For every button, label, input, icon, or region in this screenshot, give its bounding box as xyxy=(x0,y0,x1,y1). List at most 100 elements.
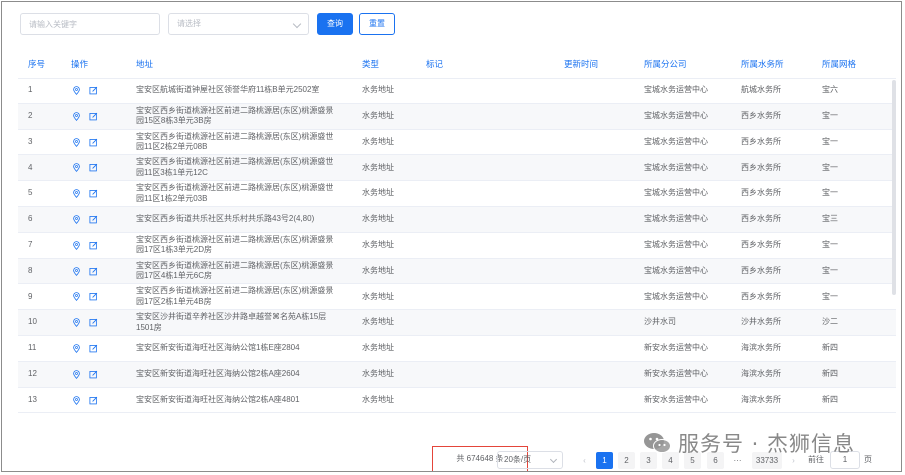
address-line-2: 园11区2栋2单元08B xyxy=(136,142,208,152)
col-header-address: 地址 xyxy=(136,59,154,69)
page-size-select[interactable]: 20条/页 xyxy=(497,451,563,469)
edit-icon[interactable] xyxy=(89,86,98,95)
address-line-1: 宝安区西乡街道桃源社区前进二路桃源居(东区)桃源盛景 xyxy=(136,260,334,270)
edit-icon[interactable] xyxy=(89,370,98,379)
page-size-value: 20条/页 xyxy=(504,455,532,464)
cell-no: 6 xyxy=(28,214,33,224)
edit-icon[interactable] xyxy=(89,267,98,276)
address-line-2: 园17区2栋1单元4B房 xyxy=(136,296,212,306)
cell-address: 宝安区沙井街道辛养社区沙井路卓越誉⌘名苑A栋15层 1501房 xyxy=(136,310,352,335)
location-icon[interactable] xyxy=(72,266,81,276)
edit-icon[interactable] xyxy=(89,112,98,121)
type-select[interactable]: 请选择 xyxy=(168,13,309,35)
reset-button[interactable]: 重置 xyxy=(359,13,395,35)
address-line-2: 园11区3栋1单元12C xyxy=(136,167,208,177)
cell-type: 水务地址 xyxy=(362,214,394,224)
location-icon[interactable] xyxy=(72,137,81,147)
cell-actions xyxy=(72,104,122,129)
table-row: 3 宝安区西乡街道桃源社区前进二路桃源居(东区)桃源盛世 园11区2栋2单元08B 水… xyxy=(18,130,896,156)
address-line-1: 宝安区西乡街道桃源社区前进二路桃源居(东区)桃源盛世 xyxy=(136,157,334,167)
col-header-company: 所属分公司 xyxy=(644,59,687,69)
cell-grid: 宝一 xyxy=(822,188,838,198)
cell-office: 西乡水务所 xyxy=(741,265,781,275)
cell-grid: 宝一 xyxy=(822,136,838,146)
cell-type: 水务地址 xyxy=(362,162,394,172)
location-icon[interactable] xyxy=(72,163,81,173)
table-header: 序号 操作 地址 类型 标记 更新时间 所属分公司 所属水务所 所属网格 xyxy=(18,50,896,79)
edit-icon[interactable] xyxy=(89,241,98,250)
location-icon[interactable] xyxy=(72,189,81,199)
chevron-down-icon xyxy=(292,19,302,29)
table-body: 1 宝安区航城街道钟屋社区领誉华府11栋B单元2502室 水务地址 宝城水务运营中心航… xyxy=(18,78,896,414)
cell-actions xyxy=(72,181,122,206)
watermark-text: 服务号 · 杰狮信息 xyxy=(678,432,856,456)
cell-address: 宝安区西乡街道桃源社区前进二路桃源居(东区)桃源盛景 园17区4栋1单元6C房 xyxy=(136,259,352,284)
cell-company: 宝城水务运营中心 xyxy=(644,265,708,275)
col-header-office: 所属水务所 xyxy=(741,59,784,69)
address-line-2: 园17区4栋1单元6C房 xyxy=(136,271,213,281)
address-line-1: 宝安区西乡街道桃源社区前进二路桃源居(东区)桃源盛景 xyxy=(136,286,334,296)
table-scrollbar[interactable] xyxy=(892,80,896,295)
cell-office: 海滨水务所 xyxy=(741,369,781,379)
col-header-type: 类型 xyxy=(362,59,380,69)
wechat-icon xyxy=(644,433,671,453)
location-icon[interactable] xyxy=(72,215,81,224)
cell-no: 5 xyxy=(28,188,33,198)
cell-actions xyxy=(72,284,122,309)
edit-icon[interactable] xyxy=(89,138,98,147)
address-line-2: 园11区1栋2单元03B xyxy=(136,193,208,203)
type-select-placeholder: 请选择 xyxy=(177,19,201,28)
cell-grid: 宝一 xyxy=(822,265,838,275)
edit-icon[interactable] xyxy=(89,163,98,172)
table-row: 9 宝安区西乡街道桃源社区前进二路桃源居(东区)桃源盛景 园17区2栋1单元4B房水… xyxy=(18,284,896,311)
cell-office: 西乡水务所 xyxy=(741,291,781,301)
cell-address: 宝安区新安街道海旺社区海纳公馆2栋A座4801 xyxy=(136,388,352,413)
cell-grid: 宝一 xyxy=(822,111,838,121)
search-button[interactable]: 查询 xyxy=(317,13,353,35)
cell-office: 沙井水务所 xyxy=(741,317,781,327)
table-row: 10 宝安区沙井街道辛养社区沙井路卓越誉⌘名苑A栋15层 1501房 水务地址 沙井水司… xyxy=(18,310,896,336)
cell-no: 10 xyxy=(28,317,37,327)
address-line-1: 宝安区新安街道海旺社区海纳公馆2栋A座2604 xyxy=(136,369,300,379)
location-icon[interactable] xyxy=(72,241,81,250)
cell-grid: 新四 xyxy=(822,369,838,379)
edit-icon[interactable] xyxy=(89,318,98,327)
cell-address: 宝安区西乡街道桃源社区前进二路桃源居(东区)桃源盛景 园15区8栋3单元3B房 xyxy=(136,104,352,129)
location-icon[interactable] xyxy=(72,344,81,353)
cell-office: 西乡水务所 xyxy=(741,188,781,198)
address-line-1: 宝安区西乡街道桃源社区前进二路桃源居(东区)桃源盛世 xyxy=(136,131,334,141)
location-icon[interactable] xyxy=(72,395,81,405)
location-icon[interactable] xyxy=(72,318,81,328)
keyword-input[interactable] xyxy=(20,13,160,35)
location-icon[interactable] xyxy=(72,112,81,121)
address-line-1: 宝安区新安街道海旺社区海纳公馆1栋E座2804 xyxy=(136,343,300,353)
edit-icon[interactable] xyxy=(89,215,98,224)
cell-actions xyxy=(72,130,122,155)
filter-toolbar: 请选择 查询 重置 xyxy=(20,12,395,36)
cell-address: 宝安区新安街道海旺社区海纳公馆1栋E座2804 xyxy=(136,336,352,361)
cell-no: 12 xyxy=(28,369,37,379)
address-line-2: 园15区8栋3单元3B房 xyxy=(136,116,212,126)
edit-icon[interactable] xyxy=(89,396,98,405)
table-row: 7 宝安区西乡街道桃源社区前进二路桃源居(东区)桃源盛景 园17区1栋3单元2D房水… xyxy=(18,233,896,259)
location-icon[interactable] xyxy=(72,292,81,302)
table-row: 5 宝安区西乡街道桃源社区前进二路桃源居(东区)桃源盛世 园11区1栋2单元03B 水… xyxy=(18,181,896,207)
table-row: 1 宝安区航城街道钟屋社区领誉华府11栋B单元2502室 水务地址 宝城水务运营中心 航… xyxy=(18,78,896,104)
cell-address: 宝安区西乡街道共乐社区共乐村共乐路43号2(4,80) xyxy=(136,207,352,232)
location-icon[interactable] xyxy=(72,86,81,95)
edit-icon[interactable] xyxy=(89,344,98,353)
location-icon[interactable] xyxy=(72,370,81,379)
address-line-1: 宝安区沙井街道辛养社区沙井路卓越誉⌘名苑A栋15层 xyxy=(136,312,327,322)
edit-icon[interactable] xyxy=(89,189,98,198)
cell-actions xyxy=(72,78,122,103)
table-row: 2 宝安区西乡街道桃源社区前进二路桃源居(东区)桃源盛景 园15区8栋3单元3B房水… xyxy=(18,103,896,130)
cell-actions xyxy=(72,362,122,387)
edit-icon[interactable] xyxy=(89,292,98,301)
page-button-1[interactable]: 1 xyxy=(596,452,613,469)
address-line-1: 宝安区航城街道钟屋社区领誉华府11栋B单元2502室 xyxy=(136,85,320,95)
prev-page-button[interactable]: ‹ xyxy=(576,452,593,469)
page-button-2[interactable]: 2 xyxy=(618,452,635,469)
chevron-down-icon xyxy=(549,455,558,464)
cell-grid: 宝一 xyxy=(822,240,838,250)
table-row: 4 宝安区西乡街道桃源社区前进二路桃源居(东区)桃源盛世 园11区3栋1单元12C 水… xyxy=(18,155,896,182)
